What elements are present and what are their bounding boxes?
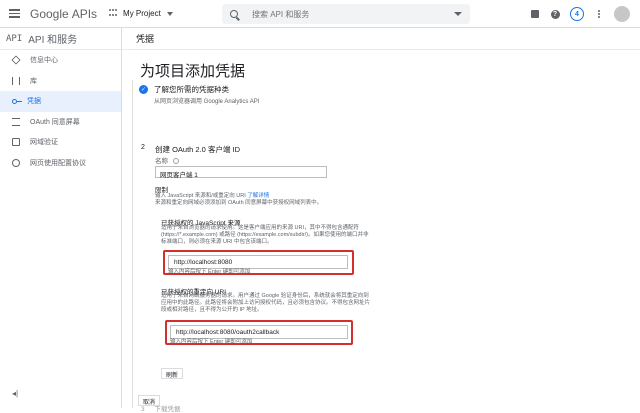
js-origin-input[interactable]: http://localhost:8080 xyxy=(168,255,348,269)
search-bar[interactable] xyxy=(222,4,470,24)
chevron-down-icon xyxy=(166,11,173,16)
sidebar-item-label: 网页使用配置协议 xyxy=(30,159,86,167)
search-input[interactable] xyxy=(252,9,454,19)
sidebar-item-domain-verification[interactable]: 网域验证 xyxy=(0,132,121,153)
sidebar-item-label: 网域验证 xyxy=(30,139,58,147)
js-origin-hint: 输入内容后按下 Enter 键即可添加 xyxy=(168,269,251,275)
notifications-badge[interactable]: 4 xyxy=(570,7,584,21)
avatar[interactable] xyxy=(614,6,630,22)
search-icon xyxy=(230,10,238,18)
restrictions-help: 输入 JavaScript 来源和/或重定向 URI 了解详情 xyxy=(155,193,475,200)
sidebar-item-label: 信息中心 xyxy=(30,57,58,65)
refresh-button[interactable]: 刷新 xyxy=(161,368,184,379)
sidebar-item-label: 凭据 xyxy=(27,98,41,106)
step2-title: 创建 OAuth 2.0 客户端 ID xyxy=(155,145,241,154)
sidebar-item-label: OAuth 同意屏幕 xyxy=(30,118,80,126)
check-icon xyxy=(12,138,20,147)
sidebar-item-page-usage[interactable]: 网页使用配置协议 xyxy=(0,153,121,174)
project-name: My Project xyxy=(123,9,161,18)
name-field[interactable]: 网页客户端 1 xyxy=(155,166,327,179)
cancel-button[interactable]: 取消 xyxy=(138,395,161,406)
name-label-text: 名称 xyxy=(155,158,168,165)
menu-icon[interactable] xyxy=(0,0,28,28)
step3-title: 下载凭据 xyxy=(154,406,181,413)
help-circle-icon[interactable] xyxy=(172,158,179,165)
list-icon xyxy=(12,117,20,126)
step3-number: 3 xyxy=(141,406,145,413)
logo-google: Google xyxy=(30,6,69,21)
redirect-uri-input[interactable]: http://localhost:8080/oauth2callback xyxy=(170,325,348,339)
logo-apis: APIs xyxy=(71,6,98,21)
top-app-bar: GoogleAPIs My Project ? 4 xyxy=(0,0,640,28)
sidebar: API API 和服务 信息中心 库 凭据 OAuth 同意屏幕 网域验证 网页… xyxy=(0,28,122,408)
api-logo-icon: API xyxy=(6,33,23,44)
step1-subtitle: 从网页浏览器调用 Google Analytics API xyxy=(154,99,260,105)
step2-number: 2 xyxy=(141,144,145,151)
redirect-uri-hint: 输入内容后按下 Enter 键即可添加 xyxy=(170,339,253,345)
step-1[interactable]: ✓ 了解您所需的凭据种类 从网页浏览器调用 Google Analytics A… xyxy=(139,84,259,105)
sidebar-header: API API 和服务 xyxy=(0,28,121,50)
step1-title: 了解您所需的凭据种类 xyxy=(154,85,229,94)
settings-icon xyxy=(12,158,20,167)
sidebar-item-dashboard[interactable]: 信息中心 xyxy=(0,50,121,71)
project-selector[interactable]: My Project xyxy=(109,8,173,19)
project-dots-icon xyxy=(109,8,119,19)
collapse-sidebar-icon[interactable]: ◂| xyxy=(12,389,18,398)
sidebar-item-credentials[interactable]: 凭据 xyxy=(0,91,121,112)
restrictions-text: 输入 JavaScript 来源和/或重定向 URI xyxy=(155,193,246,199)
learn-more-link[interactable]: 了解详情 xyxy=(247,193,269,199)
stepper: ✓ 了解您所需的凭据种类 从网页浏览器调用 Google Analytics A… xyxy=(132,80,484,413)
sidebar-item-library[interactable]: 库 xyxy=(0,71,121,92)
more-vert-icon[interactable] xyxy=(594,9,604,19)
dashboard-icon xyxy=(11,55,21,65)
page-title: 为项目添加凭据 xyxy=(140,63,246,80)
name-label: 名称 xyxy=(155,155,179,165)
js-origins-help: 适用于来自浏览器的请求使用。这是客户端应用的来源 URI，其中不得包含通配符 (… xyxy=(161,225,369,245)
sidebar-item-label: 库 xyxy=(30,77,37,85)
google-apis-logo[interactable]: Google APIs xyxy=(30,7,97,21)
redirect-uri-help: 适用于来自网络服务器的请求。用户通过 Google 验证身份后，系统就会将其重定… xyxy=(161,293,371,313)
help-icon[interactable]: ? xyxy=(550,9,560,19)
main-content: 凭据 为项目添加凭据 ✓ 了解您所需的凭据种类 从网页浏览器调用 Google … xyxy=(122,28,640,413)
breadcrumb: 凭据 xyxy=(122,28,640,50)
key-icon xyxy=(12,98,22,104)
sidebar-item-oauth-consent[interactable]: OAuth 同意屏幕 xyxy=(0,112,121,133)
gift-icon[interactable] xyxy=(530,9,540,19)
search-dropdown-icon[interactable] xyxy=(454,12,462,16)
sidebar-title: API 和服务 xyxy=(28,35,78,46)
breadcrumb-label: 凭据 xyxy=(136,34,155,44)
restrictions-help-2: 来源和重定向网域必须添加到 OAuth 同意屏幕中获授权网域列表中。 xyxy=(155,200,323,206)
check-circle-icon: ✓ xyxy=(139,85,148,94)
library-icon xyxy=(12,76,20,85)
